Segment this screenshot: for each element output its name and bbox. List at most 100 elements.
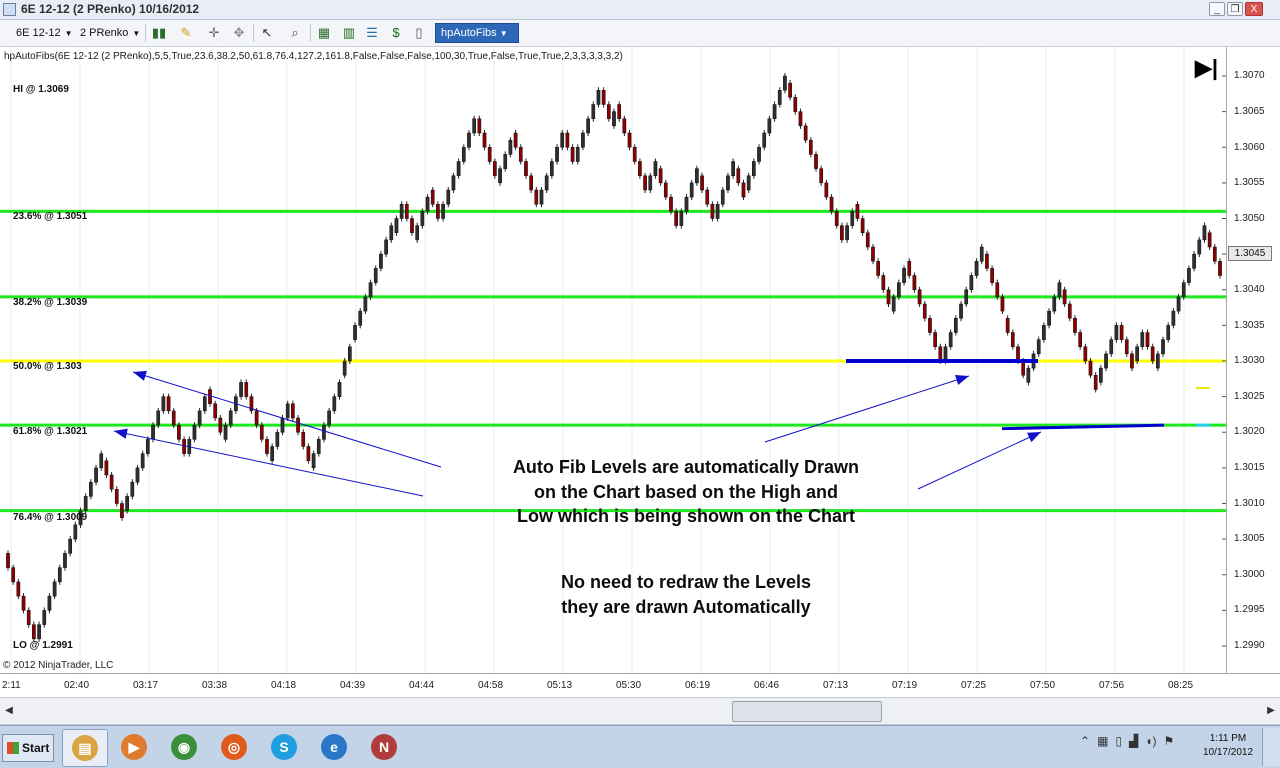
renko-up-brick (63, 553, 67, 568)
signal-icon[interactable]: ▟ (1129, 734, 1138, 748)
renko-down-brick (529, 175, 533, 191)
panel-icon[interactable]: ▯ (410, 24, 428, 42)
renko-up-brick (130, 481, 135, 497)
renko-up-brick (684, 196, 689, 212)
renko-up-brick (953, 318, 958, 333)
renko-down-brick (803, 125, 808, 141)
renko-up-brick (948, 332, 953, 347)
fib-label-76: 76.4% @ 1.3009 (13, 512, 88, 523)
copyright-text: © 2012 NinjaTrader, LLC (3, 660, 114, 671)
cursor-icon[interactable]: ✥ (230, 24, 248, 42)
renko-up-brick (425, 196, 430, 212)
system-clock[interactable]: 1:11 PM 10/17/2012 (1196, 732, 1260, 760)
scroll-to-end-icon[interactable]: ▶| (1195, 55, 1218, 81)
renko-down-brick (513, 132, 518, 148)
pointer-icon[interactable]: ↖ (258, 24, 276, 42)
renko-up-brick (772, 104, 777, 119)
renko-down-brick (922, 303, 927, 319)
strategy-icon[interactable]: $ (387, 24, 405, 42)
renko-up-brick (192, 424, 197, 440)
renko-up-brick (508, 139, 513, 155)
x-tick: 07:56 (1099, 680, 1125, 691)
renko-down-brick (1000, 296, 1005, 312)
chart-scrollbar[interactable]: ◀ ▶ (0, 697, 1280, 725)
renko-down-brick (632, 147, 637, 162)
renko-down-brick (1088, 360, 1093, 376)
renko-up-brick (959, 303, 963, 319)
renko-up-brick (311, 453, 316, 469)
renko-up-brick (974, 261, 979, 276)
crosshair-icon[interactable]: ✛ (205, 24, 223, 42)
show-hidden-icons-icon[interactable]: ⌃ (1080, 734, 1090, 748)
renko-down-brick (26, 610, 31, 625)
taskbar-app-ninjatrader[interactable]: N (362, 729, 406, 765)
instrument-dropdown[interactable]: 6E 12-12 ▼ (10, 24, 79, 42)
scroll-left-icon[interactable]: ◀ (2, 701, 16, 721)
properties-icon[interactable]: ▥ (340, 24, 358, 42)
scroll-thumb[interactable] (732, 701, 882, 722)
x-tick: 08:25 (1168, 680, 1194, 691)
taskbar-app-skype[interactable]: S (262, 729, 306, 765)
volume-icon[interactable]: ◖) (1145, 734, 1156, 748)
renko-down-brick (798, 111, 803, 127)
clock-time: 1:11 PM (1209, 733, 1247, 744)
renko-up-brick (1176, 296, 1181, 312)
renko-up-brick (689, 182, 694, 198)
renko-up-brick (1104, 353, 1108, 369)
fib-label-50: 50.0% @ 1.303 (13, 361, 82, 372)
renko-up-brick (1181, 282, 1186, 298)
renko-up-brick (498, 168, 502, 184)
renko-down-brick (658, 168, 663, 184)
renko-down-brick (834, 211, 839, 226)
renko-down-brick (622, 118, 627, 134)
taskbar-app-chrome[interactable]: ◉ (162, 729, 206, 765)
renko-up-brick (544, 175, 549, 191)
hpautofibs-indicator-button[interactable]: hpAutoFibs ▼ (435, 23, 519, 43)
renko-up-brick (575, 147, 580, 162)
x-tick: 07:19 (892, 680, 918, 691)
renko-up-brick (42, 610, 47, 625)
renko-down-brick (627, 132, 632, 148)
renko-down-brick (254, 410, 259, 426)
renko-up-brick (1140, 332, 1145, 347)
renko-down-brick (171, 410, 176, 426)
renko-down-brick (669, 196, 673, 212)
taskbar-app-ie[interactable]: e (312, 729, 356, 765)
renko-up-brick (68, 538, 73, 554)
arrow-head (114, 428, 128, 439)
renko-down-brick (120, 503, 124, 518)
renko-down-brick (700, 175, 704, 191)
renko-down-brick (1078, 332, 1083, 347)
action-center-icon[interactable]: ⚑ (1164, 734, 1175, 748)
magnifier-icon[interactable]: ⌕ (286, 24, 304, 42)
bar-style-icon[interactable]: ▮▮ (150, 24, 168, 42)
x-tick: 04:44 (409, 680, 435, 691)
bar-type-dropdown[interactable]: 2 PRenko ▼ (74, 24, 146, 42)
renko-up-brick (969, 275, 974, 290)
data-box-icon[interactable]: ▦ (315, 24, 333, 42)
renko-down-brick (166, 396, 171, 412)
renko-down-brick (606, 104, 611, 119)
renko-down-brick (21, 595, 26, 611)
taskbar-app-firefox[interactable]: ◎ (212, 729, 256, 765)
start-button[interactable]: Start (2, 734, 54, 762)
renko-down-brick (840, 225, 844, 241)
close-button[interactable]: X (1245, 2, 1263, 16)
chart-trader-icon[interactable]: ☰ (363, 24, 381, 42)
network-icon[interactable]: ▦ (1097, 734, 1108, 748)
chevron-down-icon: ▼ (64, 29, 73, 38)
pen-tool-icon[interactable]: ✎ (177, 24, 195, 42)
taskbar-app-explorer[interactable]: ▤ (62, 729, 108, 767)
y-tick: 1.3005 (1234, 533, 1265, 544)
renko-up-brick (373, 268, 378, 283)
renko-down-brick (1119, 325, 1124, 340)
y-tick: 1.2990 (1234, 640, 1265, 651)
scroll-right-icon[interactable]: ▶ (1264, 701, 1278, 721)
y-tick: 1.3020 (1234, 426, 1265, 437)
renko-up-brick (472, 118, 477, 134)
show-desktop-button[interactable] (1262, 728, 1280, 766)
minimize-button[interactable]: _ (1209, 2, 1225, 16)
restore-button[interactable]: ❐ (1227, 2, 1243, 16)
taskbar-app-media[interactable]: ▶ (112, 729, 156, 765)
battery-icon[interactable]: ▯ (1115, 734, 1122, 748)
